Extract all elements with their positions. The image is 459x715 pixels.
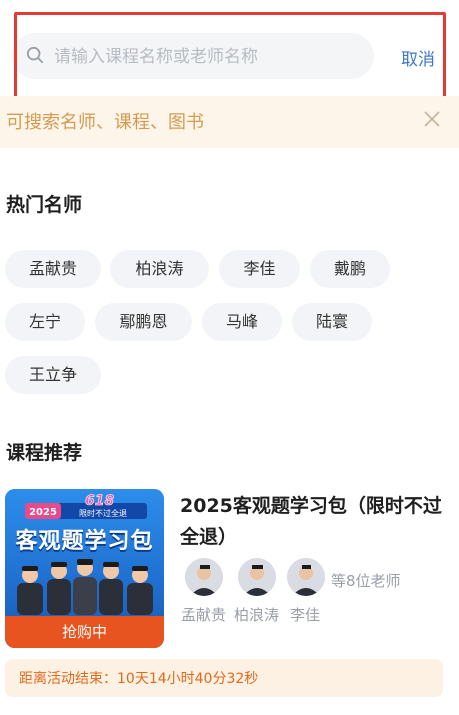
poster-618: 618	[85, 493, 114, 509]
countdown-banner: 距离活动结束：10天14小时40分32秒	[5, 659, 443, 697]
teacher-chip[interactable]: 李佳	[219, 250, 300, 288]
search-tip-bar: 可搜索名师、课程、图书	[0, 96, 459, 148]
course-title[interactable]: 2025客观题学习包（限时不过全退）	[180, 491, 442, 553]
teacher-chip[interactable]: 王立争	[5, 356, 101, 394]
course-poster[interactable]: 2025 618 限时不过全退 客观题学习包 抢购中	[5, 489, 164, 648]
close-icon[interactable]	[423, 110, 441, 128]
hot-teachers-title: 热门名师	[6, 194, 83, 216]
promo-618-badge: 2025 618 限时不过全退	[25, 493, 147, 519]
countdown-text: 距离活动结束：10天14小时40分32秒	[19, 671, 259, 687]
teacher-chip[interactable]: 柏浪涛	[110, 250, 209, 288]
poster-title: 客观题学习包	[15, 529, 154, 554]
poster-badge-text: 限时不过全退	[79, 508, 127, 518]
teacher-chip[interactable]: 左宁	[5, 303, 85, 341]
poster-year: 2025	[29, 507, 57, 518]
course-recommend-title: 课程推荐	[6, 442, 83, 464]
search-tip-text: 可搜索名师、课程、图书	[6, 112, 204, 133]
buy-now-tag: 抢购中	[5, 616, 164, 648]
teacher-chip[interactable]: 戴鹏	[310, 250, 390, 288]
more-teachers-text: 等8位老师	[331, 572, 401, 590]
course-teacher-name: 柏浪涛	[234, 606, 280, 624]
teacher-chip[interactable]: 陆寰	[292, 303, 372, 341]
avatar	[238, 558, 276, 596]
teacher-chip[interactable]: 鄢鹏恩	[95, 303, 192, 341]
teachers-group-photo	[17, 559, 153, 615]
course-teacher-name: 李佳	[290, 606, 321, 624]
teacher-chip[interactable]: 孟献贵	[5, 250, 101, 288]
avatar	[185, 558, 223, 596]
teacher-chip[interactable]: 马峰	[202, 303, 282, 341]
course-teacher-name: 孟献贵	[181, 606, 227, 624]
avatar	[287, 558, 325, 596]
